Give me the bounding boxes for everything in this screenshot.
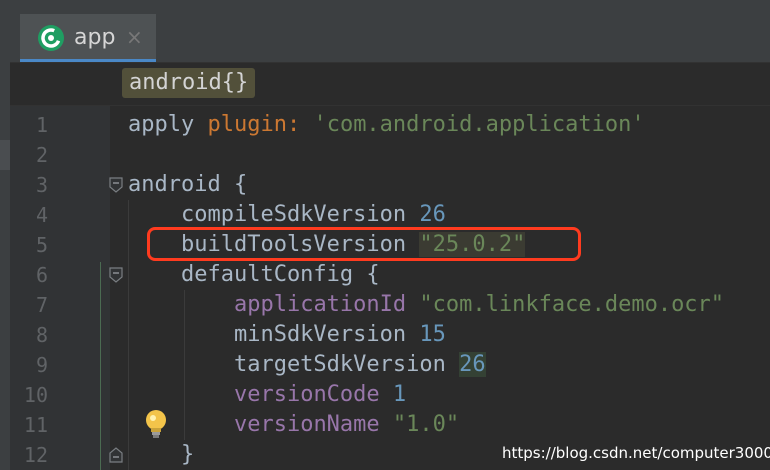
code-line[interactable]: targetSdkVersion 26 [128, 350, 486, 380]
code-line[interactable]: android { [128, 170, 247, 200]
code-token: 26 [419, 202, 446, 227]
code-token: targetSdkVersion [128, 352, 460, 377]
breadcrumb-item-android[interactable]: android{} [122, 68, 256, 98]
code-token: 26 [459, 352, 486, 377]
code-line[interactable]: apply plugin: 'com.android.application' [128, 110, 645, 140]
tool-strip-marker [0, 140, 10, 170]
line-number: 10 [23, 383, 48, 407]
code-token: 1 [392, 382, 407, 407]
tab-label: app [74, 25, 116, 50]
code-token: "com.linkface.demo.ocr" [419, 292, 725, 317]
left-tool-strip [0, 0, 10, 470]
fold-open-icon[interactable] [109, 177, 123, 193]
code-line[interactable]: applicationId "com.linkface.demo.ocr" [128, 290, 724, 320]
code-line[interactable]: } [128, 440, 194, 470]
line-number: 1 [35, 113, 48, 137]
line-number: 7 [35, 293, 48, 317]
code-line[interactable]: compileSdkVersion 26 [128, 200, 446, 230]
line-number: 12 [23, 443, 48, 467]
indent-guide [100, 262, 101, 470]
line-number: 6 [35, 263, 48, 287]
code-token: compileSdkVersion [128, 202, 420, 227]
line-number: 11 [23, 413, 48, 437]
line-number: 3 [35, 173, 48, 197]
line-number: 2 [35, 143, 48, 167]
code-line[interactable]: defaultConfig { [128, 260, 380, 290]
close-icon[interactable]: × [126, 25, 143, 49]
line-number: 8 [35, 323, 48, 347]
lightbulb-icon[interactable] [142, 408, 170, 440]
watermark-text: https://blog.csdn.net/computer30000 [496, 440, 770, 466]
code-token: defaultConfig { [128, 262, 380, 287]
code-token: 15 [419, 322, 446, 347]
code-token: android { [128, 172, 248, 197]
breadcrumb: android{} [10, 63, 770, 106]
code-token: versionName [233, 412, 380, 437]
code-token: "1.0" [392, 412, 460, 437]
code-token: apply [128, 112, 195, 137]
indent-guide [128, 200, 129, 470]
fold-open-icon[interactable] [109, 267, 123, 283]
line-number: 4 [35, 203, 48, 227]
editor-tab-bar: app × [10, 0, 770, 63]
line-number: 9 [35, 353, 48, 377]
code-token: versionCode [233, 382, 380, 407]
code-token: applicationId [233, 292, 407, 317]
code-token: plugin: [207, 112, 301, 137]
code-line[interactable]: minSdkVersion 15 [128, 320, 446, 350]
line-number: 5 [35, 233, 48, 257]
code-token: } [128, 442, 195, 467]
annotation-highlight-box [147, 227, 581, 261]
code-line[interactable]: versionCode 1 [128, 380, 406, 410]
tab-app[interactable]: app × [20, 14, 156, 62]
code-line[interactable]: versionName "1.0" [128, 410, 459, 440]
code-token: minSdkVersion [128, 322, 420, 347]
gradle-icon [36, 23, 66, 53]
code-token: 'com.android.application' [313, 112, 645, 137]
indent-guide [184, 290, 185, 440]
fold-close-icon[interactable] [109, 447, 123, 463]
